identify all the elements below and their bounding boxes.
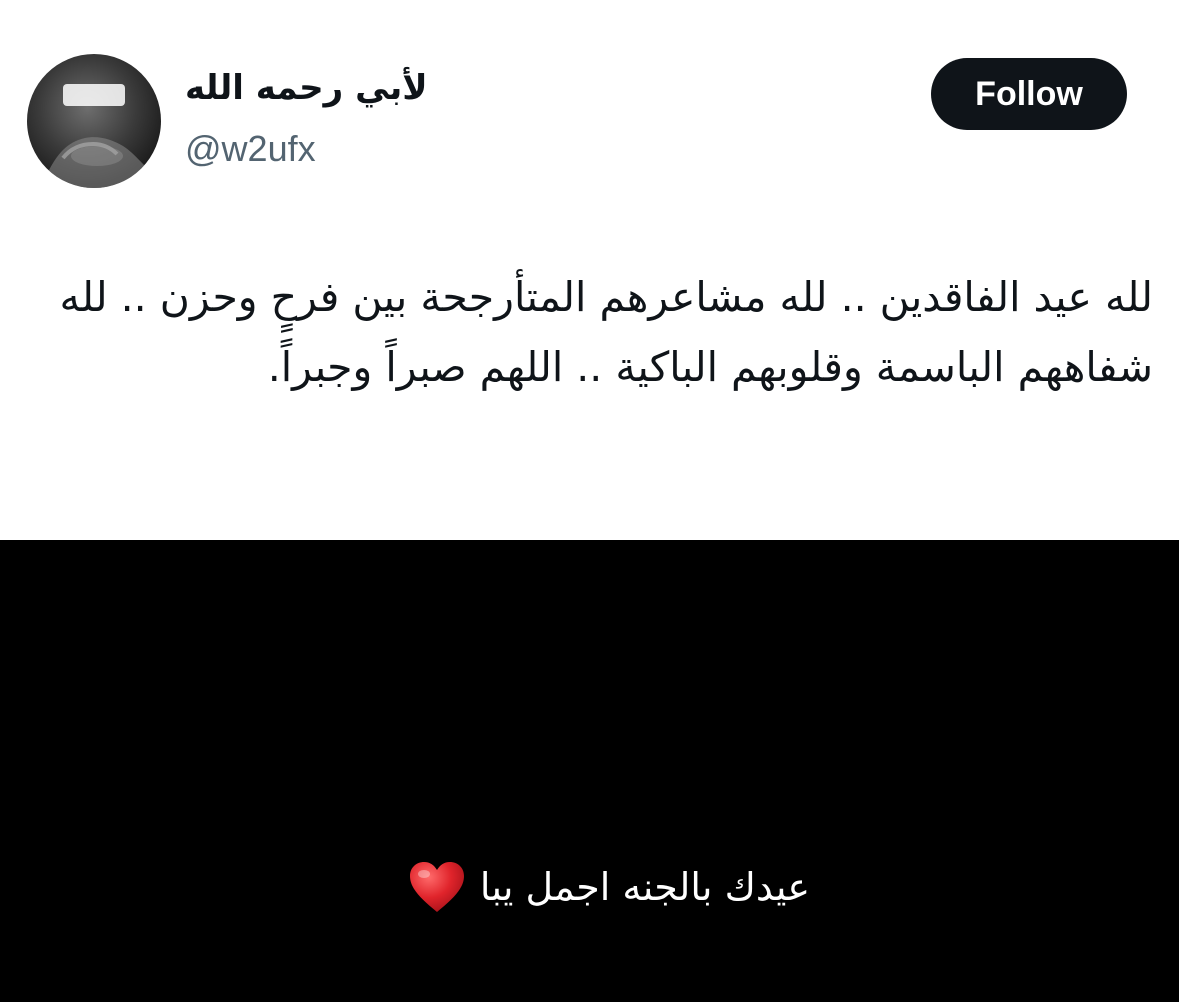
display-name[interactable]: لأبي رحمه الله	[185, 68, 428, 108]
media-caption: عيدك بالجنه اجمل يبا	[370, 852, 810, 922]
media-image[interactable]: عيدك بالجنه اجمل يبا	[0, 540, 1179, 1002]
follow-button[interactable]: Follow	[931, 58, 1127, 130]
red-heart-icon	[408, 860, 466, 914]
user-handle[interactable]: @w2ufx	[185, 128, 316, 170]
tweet-card: لأبي رحمه الله @w2ufx Follow لله عيد الف…	[0, 0, 1179, 540]
avatar-image	[27, 84, 161, 188]
tweet-text: لله عيد الفاقدين .. لله مشاعرهم المتأرجح…	[59, 273, 1153, 391]
caption-text: عيدك بالجنه اجمل يبا	[479, 865, 810, 909]
avatar[interactable]	[27, 54, 161, 188]
